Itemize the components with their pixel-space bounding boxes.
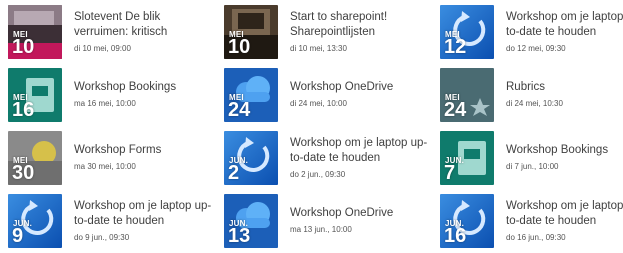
- event-thumbnail: JUN. 13: [224, 194, 278, 248]
- event-day: 24: [228, 99, 251, 121]
- event-date: ma 13 jun., 10:00: [290, 225, 352, 234]
- event-date: ma 30 mei, 10:00: [74, 162, 136, 171]
- event-title[interactable]: Slotevent De blik verruimen: kritisch: [74, 10, 214, 40]
- event-day: 30: [12, 162, 35, 184]
- event-date: di 10 mei, 13:30: [290, 43, 347, 53]
- event-title[interactable]: Workshop Forms: [74, 143, 214, 158]
- event-details: Start to sharepoint! Sharepointlijsten di…: [290, 10, 430, 55]
- event-title[interactable]: Workshop OneDrive: [290, 80, 430, 95]
- event-thumbnail: MEI 12: [440, 5, 494, 59]
- event-day: 16: [12, 99, 35, 121]
- event-card[interactable]: JUN. 13 Workshop OneDrive ma 13 jun., 10:00: [224, 194, 430, 248]
- event-details: Workshop OneDrive di 24 mei, 10:00: [290, 80, 430, 110]
- event-thumbnail: JUN. 16: [440, 194, 494, 248]
- event-title[interactable]: Workshop Bookings: [506, 143, 623, 158]
- event-day: 10: [12, 36, 35, 58]
- event-title[interactable]: Workshop OneDrive: [290, 206, 430, 221]
- event-thumbnail: JUN. 7: [440, 131, 494, 185]
- event-thumbnail: JUN. 9: [8, 194, 62, 248]
- event-thumbnail: MEI 10: [224, 5, 278, 59]
- event-day: 12: [444, 36, 467, 58]
- event-details: Workshop om je laptop up-to-date te houd…: [74, 199, 214, 244]
- event-card[interactable]: MEI 24 Workshop OneDrive di 24 mei, 10:00: [224, 68, 430, 122]
- event-date: di 10 mei, 09:00: [74, 43, 131, 53]
- event-thumbnail: MEI 10: [8, 5, 62, 59]
- event-title[interactable]: Workshop om je laptop up-to-date te houd…: [290, 136, 430, 166]
- event-card[interactable]: JUN. 7 Workshop Bookings di 7 jun., 10:00: [440, 131, 623, 185]
- event-thumbnail: JUN. 2: [224, 131, 278, 185]
- event-card[interactable]: MEI 24 Rubrics di 24 mei, 10:30: [440, 68, 623, 122]
- event-title[interactable]: Workshop Bookings: [74, 80, 214, 95]
- event-title[interactable]: Workshop om je laptop up-to-date te houd…: [74, 199, 214, 229]
- event-details: Workshop om je laptop up-to-date te houd…: [506, 10, 623, 55]
- event-card[interactable]: JUN. 9 Workshop om je laptop up-to-date te…: [8, 194, 214, 248]
- event-day: 7: [444, 162, 456, 184]
- event-date: do 12 mei, 09:30: [506, 43, 566, 53]
- event-thumbnail: MEI 16: [8, 68, 62, 122]
- event-day: 9: [12, 225, 24, 247]
- event-details: Slotevent De blik verruimen: kritisch di …: [74, 10, 214, 55]
- event-day: 2: [228, 162, 240, 184]
- event-date: di 7 jun., 10:00: [506, 162, 559, 171]
- event-details: Workshop Bookings di 7 jun., 10:00: [506, 143, 623, 173]
- event-details: Workshop Bookings ma 16 mei, 10:00: [74, 80, 214, 110]
- event-date: do 9 jun., 09:30: [74, 232, 130, 242]
- event-title[interactable]: Rubrics: [506, 80, 623, 95]
- event-details: Rubrics di 24 mei, 10:30: [506, 80, 623, 110]
- event-details: Workshop om je laptop up-to-date te houd…: [506, 199, 623, 244]
- events-grid: MEI 10 Slotevent De blik verruimen: kritis…: [0, 0, 623, 253]
- event-card[interactable]: MEI12 Workshop om je laptop up-to-date te…: [440, 5, 623, 59]
- event-day: 13: [228, 225, 251, 247]
- event-date: di 24 mei, 10:00: [290, 99, 347, 108]
- event-card[interactable]: MEI 16 Workshop Bookings ma 16 mei, 10:00: [8, 68, 214, 122]
- event-thumbnail: MEI 24: [224, 68, 278, 122]
- event-card[interactable]: JUN. 2 Workshop om je laptop up-to-date te…: [224, 131, 430, 185]
- event-details: Workshop OneDrive ma 13 jun., 10:00: [290, 206, 430, 236]
- event-day: 16: [444, 225, 467, 247]
- event-date: do 2 jun., 09:30: [290, 169, 346, 179]
- event-title[interactable]: Workshop om je laptop up-to-date te houd…: [506, 199, 623, 229]
- event-day: 10: [228, 36, 251, 58]
- event-title[interactable]: Workshop om je laptop up-to-date te houd…: [506, 10, 623, 40]
- event-card[interactable]: MEI 10 Start to sharepoint! Sharepointlijs…: [224, 5, 430, 59]
- event-title[interactable]: Start to sharepoint! Sharepointlijsten: [290, 10, 430, 40]
- event-thumbnail: MEI 24: [440, 68, 494, 122]
- event-card[interactable]: JUN.16 Workshop om je laptop up-to-date t…: [440, 194, 623, 248]
- event-card[interactable]: MEI 10 Slotevent De blik verruimen: kritis…: [8, 5, 214, 59]
- event-date: do 16 jun., 09:30: [506, 232, 566, 242]
- event-date: ma 16 mei, 10:00: [74, 99, 136, 108]
- event-day: 24: [444, 99, 467, 121]
- event-details: Workshop Forms ma 30 mei, 10:00: [74, 143, 214, 173]
- event-card[interactable]: MEI 30 Workshop Forms ma 30 mei, 10:00: [8, 131, 214, 185]
- event-details: Workshop om je laptop up-to-date te houd…: [290, 136, 430, 181]
- event-thumbnail: MEI 30: [8, 131, 62, 185]
- event-date: di 24 mei, 10:30: [506, 99, 563, 108]
